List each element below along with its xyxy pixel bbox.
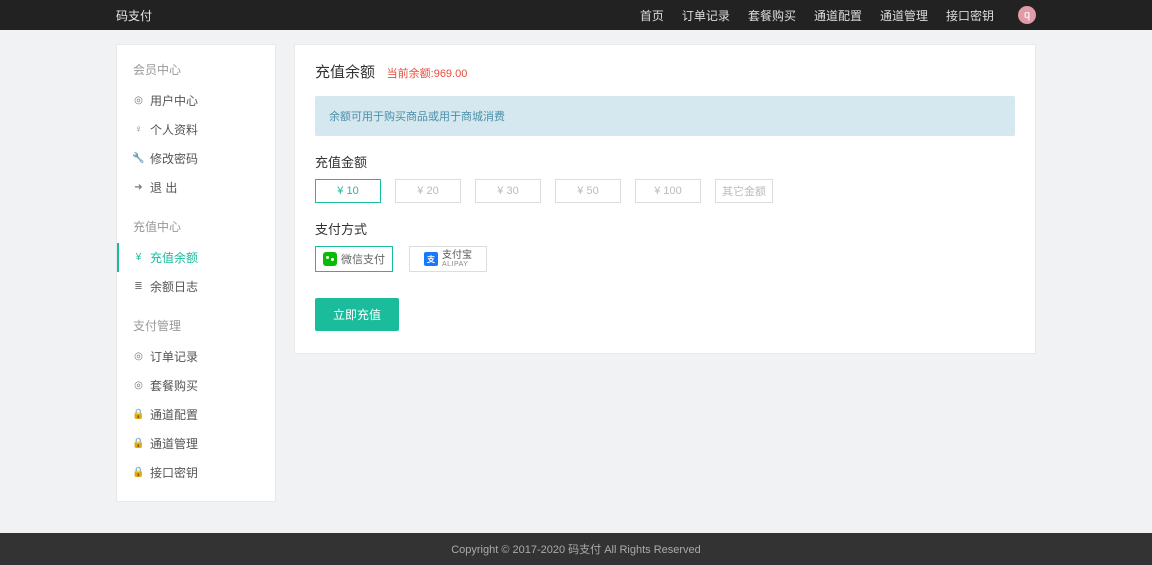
amount-option[interactable]: ¥ 30: [475, 179, 541, 203]
sidebar-item-orders[interactable]: ◎ 订单记录: [117, 342, 275, 371]
pay-method-label: 支付宝 ALIPAY: [442, 250, 472, 269]
top-nav: 首页 订单记录 套餐购买 通道配置 通道管理 接口密钥 q: [640, 6, 1036, 24]
package-icon: ◎: [133, 380, 144, 391]
sidebar-item-password[interactable]: 🔧 修改密码: [117, 144, 275, 173]
sidebar-item-balance-log[interactable]: ≣ 余额日志: [117, 272, 275, 301]
amount-option[interactable]: ¥ 50: [555, 179, 621, 203]
sidebar-item-label: 充值余额: [150, 249, 198, 266]
footer: Copyright © 2017-2020 码支付 All Rights Res…: [0, 533, 1152, 565]
logout-icon: ➜: [133, 182, 144, 193]
avatar[interactable]: q: [1018, 6, 1036, 24]
user-center-icon: ◎: [133, 95, 144, 106]
nav-orders[interactable]: 订单记录: [682, 7, 730, 24]
sidebar-item-label: 个人资料: [150, 121, 198, 138]
sidebar-item-package[interactable]: ◎ 套餐购买: [117, 371, 275, 400]
brand: 码支付: [116, 7, 152, 24]
method-label: 支付方式: [315, 219, 1015, 238]
sidebar-item-label: 套餐购买: [150, 377, 198, 394]
sidebar-item-recharge[interactable]: ¥ 充值余额: [117, 243, 275, 272]
sidebar-item-label: 通道配置: [150, 406, 198, 423]
amount-option-other[interactable]: 其它金额: [715, 179, 773, 203]
sidebar-item-label: 通道管理: [150, 435, 198, 452]
amount-option[interactable]: ¥ 100: [635, 179, 701, 203]
nav-channel-manage[interactable]: 通道管理: [880, 7, 928, 24]
sidebar-item-channel-config[interactable]: 🔒 通道配置: [117, 400, 275, 429]
nav-api-key[interactable]: 接口密钥: [946, 7, 994, 24]
sidebar-item-label: 用户中心: [150, 92, 198, 109]
wechat-icon: [323, 252, 337, 266]
sidebar-item-user-center[interactable]: ◎ 用户中心: [117, 86, 275, 115]
page-title: 充值余额: [315, 64, 375, 81]
sidebar-item-label: 订单记录: [150, 348, 198, 365]
lock-icon: 🔒: [133, 467, 144, 478]
sidebar-item-logout[interactable]: ➜ 退 出: [117, 173, 275, 202]
pay-method-wechat[interactable]: 微信支付: [315, 246, 393, 272]
pay-method-label: 微信支付: [341, 251, 385, 267]
nav-package[interactable]: 套餐购买: [748, 7, 796, 24]
submit-button[interactable]: 立即充值: [315, 298, 399, 331]
sidebar-item-profile[interactable]: ♀ 个人资料: [117, 115, 275, 144]
sidebar-item-label: 接口密钥: [150, 464, 198, 481]
lock-icon: 🔒: [133, 409, 144, 420]
list-icon: ≣: [133, 281, 144, 292]
pay-method-alipay[interactable]: 支 支付宝 ALIPAY: [409, 246, 487, 272]
nav-home[interactable]: 首页: [640, 7, 664, 24]
sidebar-item-api-key[interactable]: 🔒 接口密钥: [117, 458, 275, 487]
sidebar-item-label: 退 出: [150, 179, 177, 196]
info-alert: 余额可用于购买商品或用于商城消费: [315, 96, 1015, 136]
sidebar-group-title: 会员中心: [117, 57, 275, 86]
sidebar-group-title: 支付管理: [117, 313, 275, 342]
lock-icon: 🔒: [133, 438, 144, 449]
balance-text: 当前余额:969.00: [387, 68, 468, 80]
main-panel: 充值余额 当前余额:969.00 余额可用于购买商品或用于商城消费 充值金额 ¥…: [294, 44, 1036, 354]
yen-icon: ¥: [133, 252, 144, 263]
orders-icon: ◎: [133, 351, 144, 362]
amount-option[interactable]: ¥ 10: [315, 179, 381, 203]
wrench-icon: 🔧: [133, 153, 144, 164]
sidebar-item-label: 余额日志: [150, 278, 198, 295]
alipay-icon: 支: [424, 252, 438, 266]
amount-option[interactable]: ¥ 20: [395, 179, 461, 203]
sidebar-item-channel-manage[interactable]: 🔒 通道管理: [117, 429, 275, 458]
sidebar-item-label: 修改密码: [150, 150, 198, 167]
sidebar-group-title: 充值中心: [117, 214, 275, 243]
sidebar: 会员中心 ◎ 用户中心 ♀ 个人资料 🔧 修改密码 ➜ 退 出 充值中心 ¥ 充值余额 ≣…: [116, 44, 276, 502]
nav-channel-config[interactable]: 通道配置: [814, 7, 862, 24]
profile-icon: ♀: [133, 124, 144, 135]
amount-label: 充值金额: [315, 152, 1015, 171]
